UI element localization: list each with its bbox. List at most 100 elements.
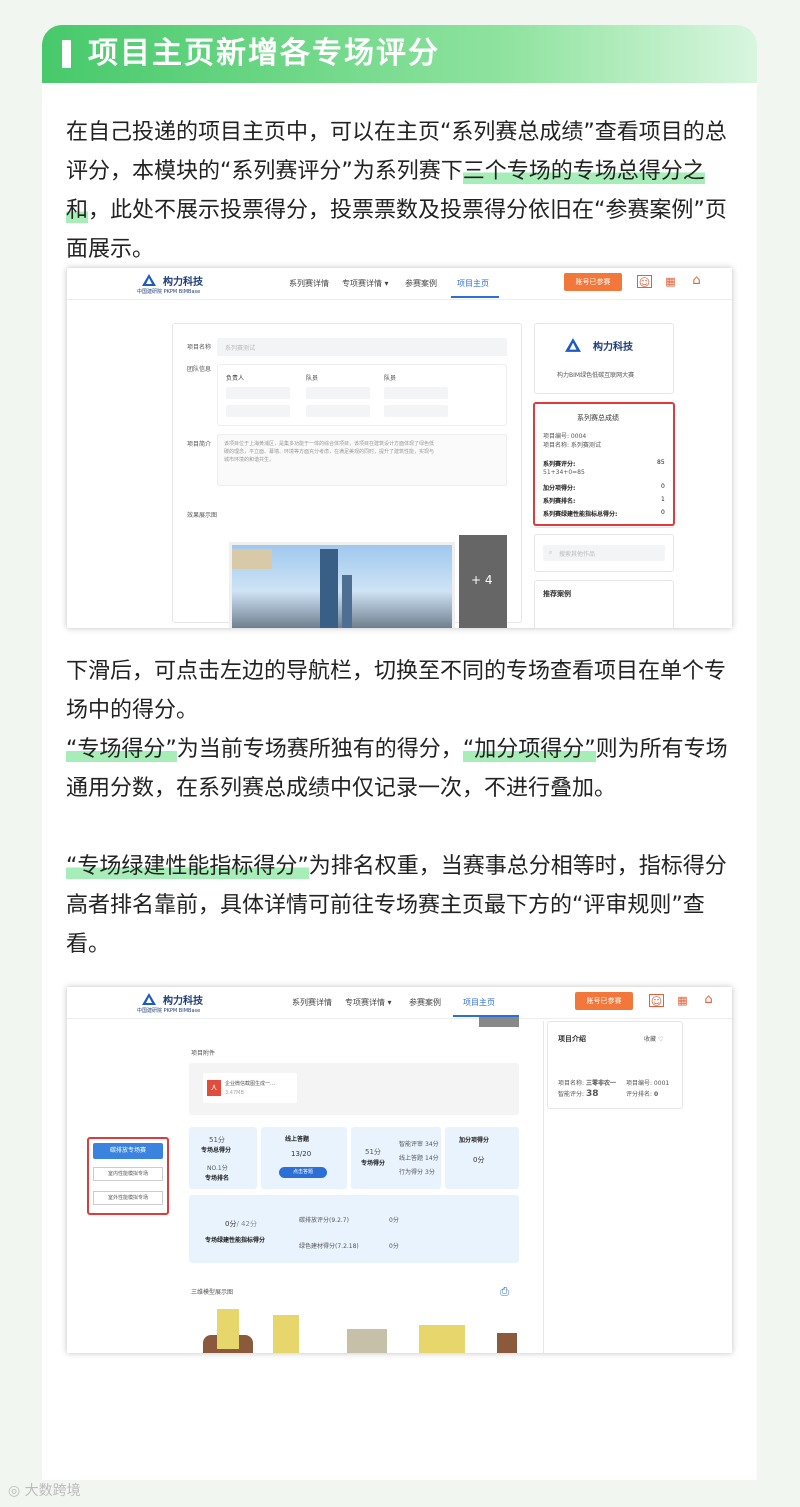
model-gallery[interactable] [197, 1305, 517, 1353]
info-code: 项目编号: 0001 [626, 1080, 670, 1087]
special-score-value: 51分 [365, 1148, 381, 1156]
special-rank-label: 专场排名 [205, 1175, 230, 1182]
info-rank-value: 0 [653, 1091, 659, 1098]
answer-quiz-button[interactable]: 点击答题 [279, 1167, 327, 1178]
intro-paragraph: 在自己投递的项目主页中，可以在主页“系列赛总成绩”查看项目的总评分，本模块的“系… [66, 113, 736, 269]
screenshot-project-home: 构力科技 中国建研院 PKPM BIMBase 系列赛详情 专项赛详情 ▾ 参赛… [67, 268, 732, 628]
model-images-label: 三维模型展示图 [191, 1289, 234, 1296]
nav-cases[interactable]: 参赛案例 [405, 278, 437, 289]
favorite-button[interactable]: 收藏 ♡ [644, 1034, 663, 1043]
search-card: ⌕ 搜索其他作品 [534, 534, 674, 572]
search-placeholder: 搜索其他作品 [559, 551, 596, 558]
model-thumb [347, 1329, 387, 1353]
watermark-icon: ◎ [8, 1483, 21, 1499]
bonus-score-value: 0分 [473, 1156, 485, 1164]
nav-series-detail[interactable]: 系列赛详情 [289, 278, 329, 289]
qrcode-icon[interactable]: ▦ [675, 994, 690, 1007]
team-head-member-1: 队员 [306, 375, 319, 382]
effect-image-main[interactable] [229, 542, 455, 628]
online-quiz-card: 线上答题 13/20 点击答题 [261, 1127, 347, 1189]
contest-name: 构力BIM绿色低碳互联网大赛 [557, 372, 635, 379]
scroll-paragraph: 下滑后，可点击左边的导航栏，切换至不同的专场查看项目在单个专场中的得分。 [66, 659, 727, 723]
map-thumb [232, 549, 272, 569]
attachment-area: ⋏ 企业微信截图生成一… 3.47MB [189, 1063, 519, 1115]
team-cell [384, 405, 448, 417]
project-intro-text: 该项目位于上海黄浦区，是集多功能于一体的综合体项目，该项目在建筑设计方面体现了绿… [224, 441, 435, 463]
special-rank: NO.1分 [207, 1165, 228, 1172]
more-images-tile[interactable]: + 4 [459, 535, 507, 628]
project-name-input[interactable]: 系列赛测试 [217, 338, 507, 356]
more-images-count: + 4 [471, 573, 493, 587]
logo-icon [142, 274, 156, 286]
qrcode-icon[interactable]: ▦ [663, 275, 678, 288]
team-cell [226, 405, 290, 417]
search-input[interactable]: ⌕ 搜索其他作品 [543, 545, 665, 561]
nav-cases[interactable]: 参赛案例 [409, 997, 441, 1008]
nav-special-detail[interactable]: 专项赛详情 ▾ [345, 997, 392, 1008]
section-header: 项目主页新增各专场评分 [42, 25, 757, 83]
green-item-val-2: 0分 [389, 1243, 399, 1250]
attachment-file[interactable]: ⋏ 企业微信截图生成一… 3.47MB [203, 1073, 297, 1103]
tab-indoor-special[interactable]: 室内性能模拟专场 [93, 1167, 163, 1181]
scroll-thumb[interactable] [479, 1017, 519, 1027]
special-score-term: “专场得分” [66, 737, 177, 762]
model-thumb [497, 1333, 517, 1353]
info-rank-key: 评分排名: [626, 1091, 653, 1098]
label-effect-images: 效果展示图 [187, 512, 218, 519]
model-thumb [273, 1315, 299, 1353]
breakdown-key-1: 智能评审 [399, 1141, 424, 1148]
breakdown-val-3: 3分 [425, 1169, 435, 1176]
profile-icon[interactable]: ☺ [649, 994, 664, 1008]
brand-name: 构力科技 [593, 342, 633, 353]
submitted-button[interactable]: 账号已参赛 [564, 273, 622, 291]
home-icon[interactable]: ⌂ [689, 274, 704, 287]
tab-carbon-special[interactable]: 碳排放专场赛 [93, 1143, 163, 1159]
label-project-intro: 项目简介 [187, 441, 212, 448]
nav-project-home[interactable]: 项目主页 [457, 278, 489, 289]
bonus-score-card: 加分项得分 0分 [445, 1127, 519, 1189]
search-icon: ⌕ [549, 549, 553, 556]
tab-outdoor-special[interactable]: 室外性能模拟专场 [93, 1191, 163, 1205]
score-paragraph: “专场得分”为当前专场赛所独有的得分，“加分项得分”则为所有专场通用分数，在系列… [66, 730, 736, 808]
green-score-value: 0分 [225, 1220, 237, 1228]
home-icon[interactable]: ⌂ [701, 993, 716, 1006]
green-score-label: 专场绿建性能指标得分 [205, 1237, 266, 1244]
logo-subtext: 中国建研院 PKPM BIMBase [137, 1008, 201, 1014]
submitted-button[interactable]: 账号已参赛 [575, 992, 633, 1010]
tower-shape [320, 549, 338, 628]
logo-text: 构力科技 [163, 277, 203, 288]
attachment-file-name: 企业微信截图生成一… [225, 1081, 276, 1087]
contest-brand-card: 构力科技 构力BIM绿色低碳互联网大赛 [534, 323, 674, 394]
project-intro-textarea[interactable]: 该项目位于上海黄浦区，是集多功能于一体的综合体项目，该项目在建筑设计方面体现了绿… [217, 434, 507, 486]
nav-project-home[interactable]: 项目主页 [463, 997, 495, 1008]
green-paragraph: “专场绿建性能指标得分”为排名权重，当赛事总分相等时，指标得分高者排名靠前，具体… [66, 847, 736, 964]
recommend-card: 推荐案例 [534, 580, 674, 628]
pdf-icon: ⋏ [207, 1080, 221, 1096]
heart-icon: ♡ [657, 1036, 664, 1043]
green-score-term: “专场绿建性能指标得分” [66, 854, 309, 879]
nav-series-detail[interactable]: 系列赛详情 [292, 997, 332, 1008]
header-accent-bar [62, 40, 71, 68]
green-item-key-1: 碳排放评分(9.2.7) [299, 1217, 349, 1224]
nav-special-detail[interactable]: 专项赛详情 ▾ [342, 278, 389, 289]
intro-text-2: ，此处不展示投票得分，投票票数及投票得分依旧在“参赛案例”页面展示。 [66, 198, 727, 262]
breakdown-key-2: 线上答题 [399, 1155, 424, 1162]
score-text-1: 为当前专场赛所独有的得分， [176, 737, 463, 762]
print-icon[interactable]: ⎙ [497, 1285, 512, 1298]
breakdown-val-2: 14分 [425, 1155, 439, 1162]
online-quiz-progress: 13/20 [291, 1150, 312, 1158]
tower-shape [342, 575, 352, 628]
team-cell [306, 405, 370, 417]
online-quiz-title: 线上答题 [285, 1136, 310, 1143]
logo-icon [142, 993, 156, 1005]
attachment-file-size: 3.47MB [225, 1090, 244, 1096]
profile-icon[interactable]: ☺ [637, 275, 652, 289]
brand-logo-icon [565, 338, 581, 352]
project-name-value: 系列赛测试 [225, 345, 256, 352]
special-total-score: 51分 [209, 1136, 225, 1144]
project-form-panel: 项目名称 系列赛测试 团队信息 负责人 队员 队员 项目简介 该项目位于上海黄浦… [172, 323, 522, 628]
model-thumb [419, 1325, 465, 1353]
info-name-value: 三零非农一 [585, 1080, 616, 1087]
info-score-value: 38 [585, 1089, 599, 1099]
top-nav: 构力科技 中国建研院 PKPM BIMBase 系列赛详情 专项赛详情 ▾ 参赛… [67, 268, 732, 300]
